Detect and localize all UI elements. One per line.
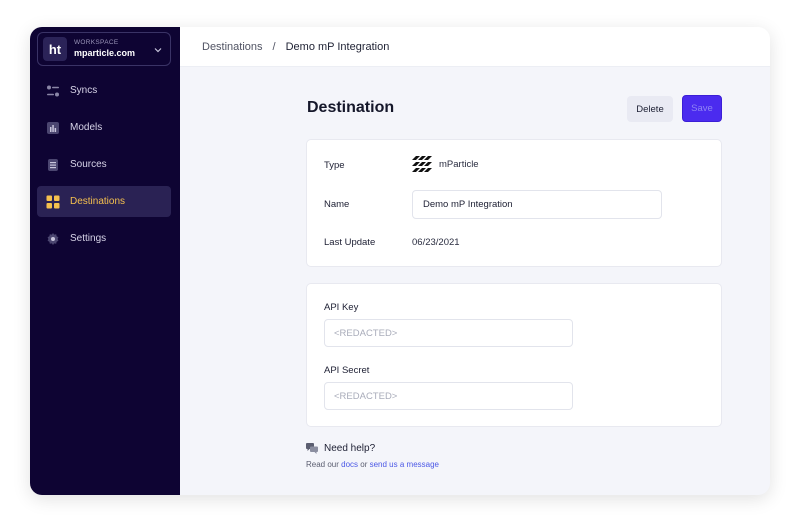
sidebar-item-label: Models (70, 122, 103, 133)
help-section: Need help? Read our docs or send us a me… (306, 443, 439, 469)
workspace-switcher[interactable]: ht WORKSPACE mparticle.com (37, 32, 171, 66)
chevron-down-icon (154, 48, 162, 53)
last-update-label: Last Update (324, 237, 376, 248)
main-content: Destinations / Demo mP Integration Desti… (180, 27, 770, 495)
name-field[interactable] (412, 190, 662, 219)
workspace-logo: ht (43, 37, 67, 61)
chat-bubbles-icon (306, 443, 318, 454)
help-text: Read our docs or send us a message (306, 460, 439, 469)
sidebar-item-models[interactable]: Models (37, 112, 171, 143)
sidebar-item-syncs[interactable]: Syncs (37, 75, 171, 106)
delete-button[interactable]: Delete (627, 96, 673, 122)
app-window: ht WORKSPACE mparticle.com Syncs Models … (30, 27, 770, 495)
docs-link[interactable]: docs (341, 460, 358, 469)
help-title: Need help? (324, 443, 376, 454)
help-middle: or (358, 460, 370, 469)
sidebar-item-destinations[interactable]: Destinations (37, 186, 171, 217)
breadcrumb-parent[interactable]: Destinations (202, 41, 263, 53)
breadcrumb: Destinations / Demo mP Integration (180, 27, 770, 67)
sidebar-item-label: Syncs (70, 85, 98, 96)
sidebar-item-label: Destinations (70, 196, 126, 207)
name-label: Name (324, 199, 350, 210)
workspace-name: mparticle.com (74, 47, 136, 58)
sidebar-nav: Syncs Models Sources Destinations Settin… (37, 75, 171, 260)
models-icon (46, 121, 60, 135)
page-title: Destination (307, 99, 395, 116)
api-key-label: API Key (324, 302, 359, 313)
workspace-label: WORKSPACE (74, 39, 119, 47)
help-prefix: Read our (306, 460, 342, 469)
destination-details-card: Type mParticle Name Last Update 06/23/20… (306, 139, 722, 267)
breadcrumb-current: Demo mP Integration (285, 40, 390, 53)
gear-icon (46, 232, 60, 246)
send-message-link[interactable]: send us a message (370, 460, 439, 469)
api-key-input[interactable] (324, 319, 573, 347)
save-button[interactable]: Save (682, 95, 722, 122)
mparticle-logo-icon (412, 156, 432, 172)
sources-icon (46, 158, 60, 172)
type-label: Type (324, 160, 345, 171)
api-secret-label: API Secret (324, 365, 370, 376)
sidebar-item-settings[interactable]: Settings (37, 223, 171, 254)
api-secret-input[interactable] (324, 382, 573, 410)
last-update-value: 06/23/2021 (412, 237, 460, 248)
destinations-icon (46, 195, 60, 209)
workspace-text: WORKSPACE mparticle.com (74, 40, 135, 58)
type-value: mParticle (412, 156, 479, 172)
credentials-card: API Key API Secret (306, 283, 722, 427)
syncs-icon (46, 84, 60, 98)
sidebar-item-label: Settings (70, 233, 107, 244)
help-heading: Need help? (306, 443, 439, 454)
sidebar-item-sources[interactable]: Sources (37, 149, 171, 180)
sidebar-item-label: Sources (70, 159, 107, 170)
type-name: mParticle (439, 158, 479, 170)
breadcrumb-separator: / (272, 40, 276, 53)
sidebar: ht WORKSPACE mparticle.com Syncs Models … (30, 27, 180, 495)
